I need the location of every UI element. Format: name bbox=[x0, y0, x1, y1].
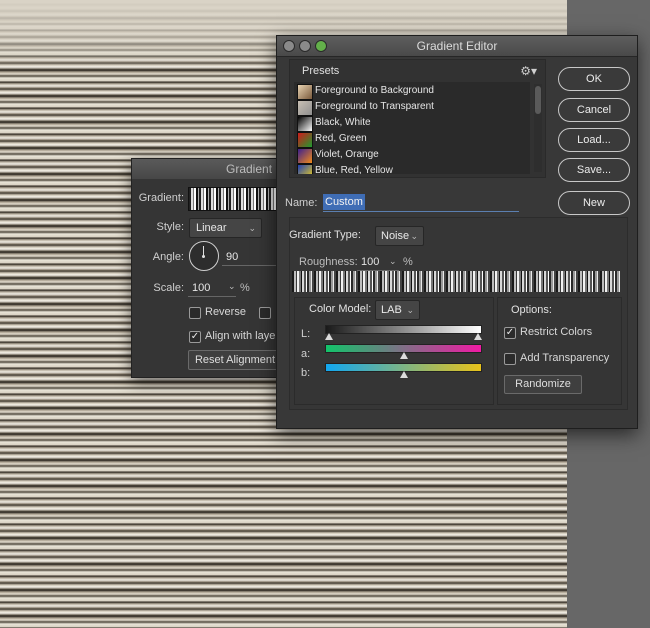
roughness-label: Roughness: bbox=[299, 256, 358, 268]
angle-label: Angle: bbox=[152, 251, 184, 263]
zoom-window-icon[interactable] bbox=[315, 40, 327, 52]
gradient-fill-dialog: Gradient F Gradient: Style: Linear ⌄ Ang… bbox=[131, 158, 293, 378]
gradient-editor-titlebar: Gradient Editor bbox=[277, 36, 637, 57]
preset-label: Foreground to Transparent bbox=[315, 101, 434, 112]
chevron-down-icon: ⌄ bbox=[406, 305, 414, 315]
restrict-colors-label: Restrict Colors bbox=[520, 326, 593, 338]
align-label: Align with layer bbox=[205, 330, 279, 342]
preset-label: Foreground to Background bbox=[315, 85, 434, 96]
style-select[interactable]: Linear ⌄ bbox=[189, 218, 262, 238]
preset-item[interactable]: Foreground to Background bbox=[294, 83, 530, 100]
channel-a-low-stop[interactable] bbox=[399, 352, 408, 359]
gradient-editor-title: Gradient Editor bbox=[416, 39, 498, 53]
channel-l-slider[interactable] bbox=[325, 325, 482, 334]
preset-swatch bbox=[297, 116, 313, 132]
angle-dial[interactable] bbox=[189, 241, 219, 271]
gear-icon[interactable]: ⚙▾ bbox=[520, 64, 537, 78]
preset-swatch bbox=[297, 132, 313, 148]
add-transparency-checkbox[interactable] bbox=[504, 353, 516, 365]
presets-list: Foreground to Background Foreground to T… bbox=[294, 82, 530, 174]
scale-input-underline bbox=[188, 296, 236, 297]
color-model-select[interactable]: LAB ⌄ bbox=[375, 300, 420, 320]
gradient-editor-dialog: Gradient Editor Presets ⚙▾ Foreground to… bbox=[276, 35, 638, 429]
gradient-swatch[interactable] bbox=[188, 187, 280, 211]
reverse-label: Reverse bbox=[205, 306, 246, 318]
reverse-checkbox[interactable] bbox=[189, 307, 201, 319]
angle-input[interactable]: 90 bbox=[226, 251, 238, 263]
add-transparency-label: Add Transparency bbox=[520, 352, 610, 364]
roughness-input[interactable]: 100 bbox=[361, 256, 379, 268]
preset-item[interactable]: Blue, Red, Yellow bbox=[294, 163, 530, 174]
preset-label: Violet, Orange bbox=[315, 149, 379, 160]
scale-unit: % bbox=[240, 282, 250, 294]
gradient-type-value: Noise bbox=[381, 230, 410, 242]
style-label: Style: bbox=[156, 221, 184, 233]
scale-label: Scale: bbox=[153, 282, 184, 294]
align-checkbox[interactable]: ✓ bbox=[189, 331, 201, 343]
reset-alignment-button[interactable]: Reset Alignment bbox=[188, 350, 282, 370]
channel-l-low-stop[interactable] bbox=[325, 333, 333, 340]
presets-label: Presets bbox=[302, 65, 340, 77]
scale-chevron-icon[interactable]: ⌄ bbox=[228, 281, 236, 292]
load-button[interactable]: Load... bbox=[558, 128, 630, 152]
chevron-down-icon: ⌄ bbox=[410, 231, 418, 241]
preset-swatch bbox=[297, 164, 313, 174]
channel-b-label: b: bbox=[301, 367, 311, 379]
chevron-down-icon: ⌄ bbox=[248, 223, 256, 233]
roughness-unit: % bbox=[403, 256, 413, 268]
name-value: Custom bbox=[323, 194, 365, 210]
gradient-type-label: Gradient Type: bbox=[289, 229, 361, 241]
preset-item[interactable]: Black, White bbox=[294, 115, 530, 132]
minimize-window-icon[interactable] bbox=[299, 40, 311, 52]
dither-checkbox[interactable] bbox=[259, 307, 271, 319]
presets-panel: Presets ⚙▾ Foreground to Background Fore… bbox=[289, 59, 546, 178]
preset-label: Black, White bbox=[315, 117, 371, 128]
color-model-value: LAB bbox=[381, 304, 402, 316]
close-window-icon[interactable] bbox=[283, 40, 295, 52]
randomize-button[interactable]: Randomize bbox=[504, 375, 582, 394]
preset-swatch bbox=[297, 84, 313, 100]
ok-button[interactable]: OK bbox=[558, 67, 630, 91]
preset-label: Blue, Red, Yellow bbox=[315, 165, 393, 174]
scale-input[interactable]: 100 bbox=[192, 282, 210, 294]
cancel-button[interactable]: Cancel bbox=[558, 98, 630, 122]
gradient-type-select[interactable]: Noise ⌄ bbox=[375, 226, 424, 246]
style-value: Linear bbox=[196, 222, 227, 234]
preset-swatch bbox=[297, 148, 313, 164]
preset-item[interactable]: Violet, Orange bbox=[294, 147, 530, 164]
gradient-fill-title: Gradient F bbox=[132, 159, 292, 179]
chevron-down-icon[interactable]: ⌄ bbox=[389, 256, 397, 267]
preset-label: Red, Green bbox=[315, 133, 367, 144]
color-model-label: Color Model: bbox=[309, 303, 372, 315]
preset-swatch bbox=[297, 100, 313, 116]
channel-l-high-stop[interactable] bbox=[474, 333, 482, 340]
noise-gradient-preview[interactable] bbox=[292, 271, 620, 292]
angle-center-icon bbox=[202, 255, 205, 258]
channel-l-label: L: bbox=[301, 328, 311, 340]
preset-item[interactable]: Red, Green bbox=[294, 131, 530, 148]
scrollbar-thumb[interactable] bbox=[535, 86, 541, 114]
channel-b-low-stop[interactable] bbox=[399, 371, 408, 378]
options-label: Options: bbox=[511, 304, 552, 316]
preset-item[interactable]: Foreground to Transparent bbox=[294, 99, 530, 116]
gradient-row: Gradient: bbox=[132, 187, 292, 211]
new-button[interactable]: New bbox=[558, 191, 630, 215]
restrict-colors-checkbox[interactable]: ✓ bbox=[504, 327, 516, 339]
angle-input-underline bbox=[222, 265, 282, 266]
name-label: Name: bbox=[285, 197, 318, 209]
presets-scrollbar[interactable] bbox=[534, 84, 542, 172]
save-button[interactable]: Save... bbox=[558, 158, 630, 182]
gradient-label: Gradient: bbox=[138, 192, 184, 204]
channel-a-label: a: bbox=[301, 348, 311, 360]
name-input[interactable]: Custom bbox=[323, 194, 519, 212]
